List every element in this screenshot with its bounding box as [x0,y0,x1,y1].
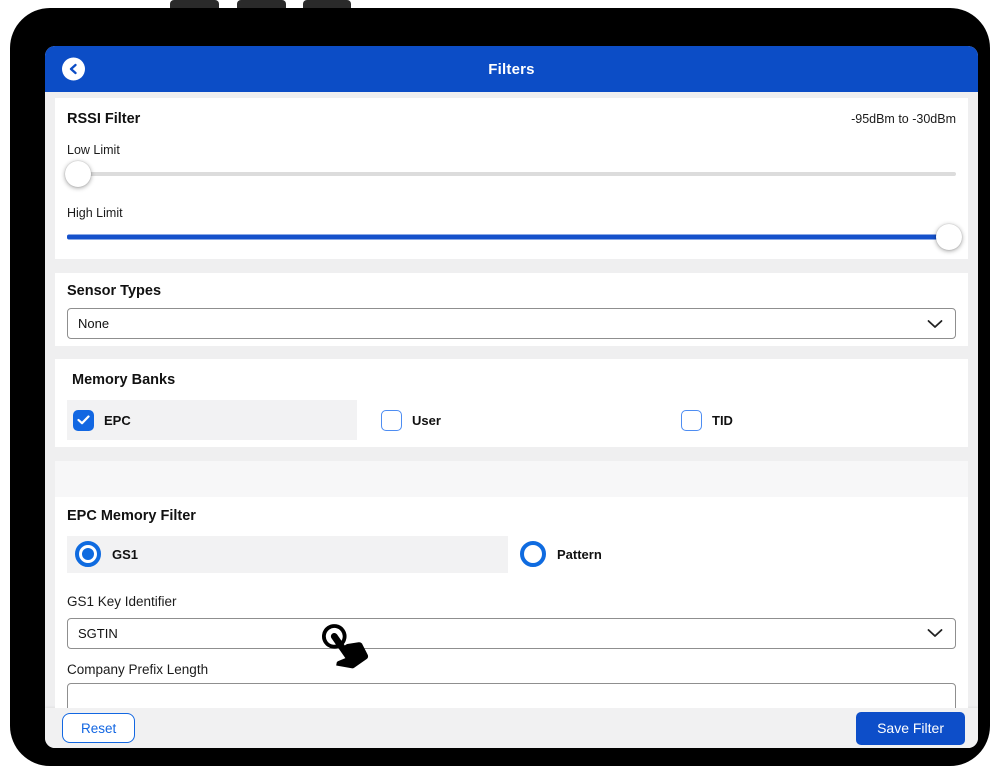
checkbox-item-epc[interactable]: EPC [67,400,357,440]
checkbox-item-user[interactable]: User [381,410,681,431]
chevron-down-icon [927,319,943,328]
page-title: Filters [488,61,534,78]
gs1-key-identifier-value: SGTIN [78,626,118,641]
app-header: Filters [45,46,978,92]
radio-item-gs1[interactable]: GS1 [67,536,508,573]
memory-banks-row: EPC User TID [67,400,956,440]
sensor-types-title: Sensor Types [67,273,956,299]
content-area: RSSI Filter -95dBm to -30dBm Low Limit H… [45,92,978,708]
checkbox-label: User [412,413,441,428]
chevron-down-icon [927,629,943,638]
rssi-filter-title: RSSI Filter [67,111,140,127]
app-screen: Filters RSSI Filter -95dBm to -30dBm Low… [45,46,978,748]
sensor-types-dropdown[interactable]: None [67,308,956,339]
sensor-types-card: Sensor Types None [55,273,968,346]
sensor-types-selected-value: None [78,316,109,331]
radio-selected-icon[interactable] [75,541,101,567]
reset-button[interactable]: Reset [62,713,135,743]
epc-filter-mode-row: GS1 Pattern [67,536,956,573]
high-limit-slider[interactable] [67,224,956,250]
epc-memory-filter-title: EPC Memory Filter [67,497,956,524]
gs1-key-identifier-label: GS1 Key Identifier [67,594,956,609]
checkbox-unchecked-icon[interactable] [681,410,702,431]
radio-label: GS1 [112,547,138,562]
chevron-left-icon [69,64,78,75]
tablet-bezel: Filters RSSI Filter -95dBm to -30dBm Low… [10,8,990,766]
low-limit-slider-thumb[interactable] [65,161,91,187]
screenshot-stage: Filters RSSI Filter -95dBm to -30dBm Low… [0,0,1000,774]
high-limit-slider-thumb[interactable] [936,224,962,250]
company-prefix-length-label: Company Prefix Length [67,662,956,677]
checkbox-label: EPC [104,413,131,428]
low-limit-label: Low Limit [67,143,956,157]
low-limit-slider[interactable] [67,161,956,187]
checkbox-item-tid[interactable]: TID [681,410,733,431]
memory-banks-card: Memory Banks EPC User [55,359,968,447]
high-limit-label: High Limit [67,206,956,220]
radio-label: Pattern [557,547,602,562]
footer-action-bar: Reset Save Filter [45,708,978,748]
radio-unselected-icon[interactable] [520,541,546,567]
rssi-filter-card: RSSI Filter -95dBm to -30dBm Low Limit H… [55,98,968,259]
save-filter-button[interactable]: Save Filter [856,712,965,745]
slider-track[interactable] [67,235,956,240]
company-prefix-length-input[interactable] [67,683,956,708]
section-spacer [55,461,968,497]
radio-item-pattern[interactable]: Pattern [520,541,602,567]
rssi-range-text: -95dBm to -30dBm [851,112,956,126]
back-button[interactable] [62,58,85,81]
gs1-key-identifier-dropdown[interactable]: SGTIN [67,618,956,649]
checkbox-checked-icon[interactable] [73,410,94,431]
checkbox-unchecked-icon[interactable] [381,410,402,431]
checkbox-label: TID [712,413,733,428]
epc-memory-filter-card: EPC Memory Filter GS1 Pattern GS1 Key Id… [55,497,968,708]
slider-track[interactable] [67,172,956,176]
memory-banks-title: Memory Banks [67,359,956,388]
